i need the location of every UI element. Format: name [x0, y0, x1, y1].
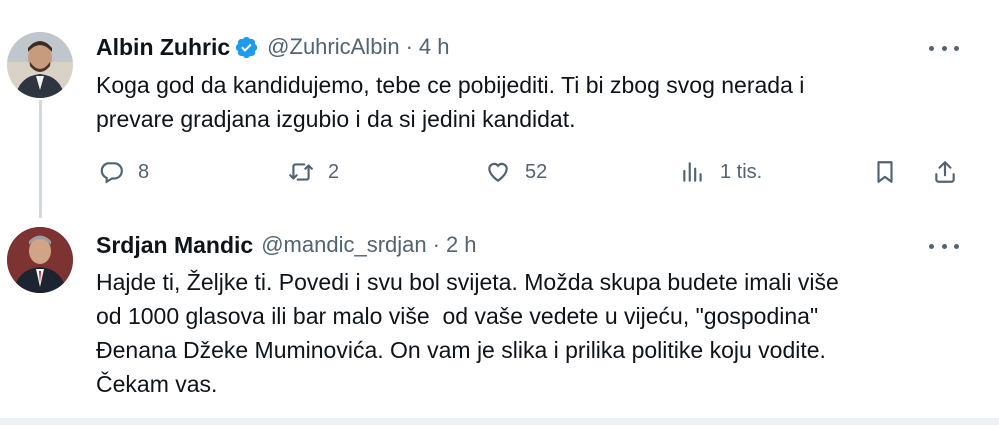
like-button[interactable]: 52: [485, 159, 547, 185]
more-options-icon[interactable]: [929, 236, 959, 256]
author-name[interactable]: Albin Zuhric: [96, 34, 230, 61]
reply-count: 8: [138, 160, 150, 183]
author-handle[interactable]: @ZuhricAlbin: [267, 34, 399, 60]
views-count: 1 tis.: [720, 160, 763, 183]
verified-badge-icon: [235, 36, 258, 58]
timestamp[interactable]: 2 h: [446, 232, 477, 258]
tweet-actions: 8 2 52 1 tis.: [0, 155, 999, 191]
views-button[interactable]: 1 tis.: [680, 159, 762, 185]
separator-dot: ·: [432, 232, 440, 257]
heart-icon: [488, 162, 508, 182]
author-handle[interactable]: @mandic_srdjan: [261, 232, 426, 258]
tweet-text: Hajde ti, Željke ti. Povedi i svu bol sv…: [96, 269, 839, 397]
separator-dot: ·: [405, 34, 413, 59]
bookmark-button[interactable]: [872, 159, 898, 185]
retweet-icon: [289, 163, 313, 181]
share-button[interactable]: [932, 159, 958, 185]
retweet-count: 2: [328, 160, 340, 183]
retweet-button[interactable]: 2: [288, 159, 339, 185]
reply-button[interactable]: 8: [98, 159, 149, 185]
more-options-icon[interactable]: [929, 38, 959, 58]
bookmark-icon: [877, 161, 893, 183]
next-tweet-edge: [0, 418, 999, 425]
timestamp[interactable]: 4 h: [419, 34, 450, 60]
views-chart-icon: [683, 162, 702, 182]
author-name[interactable]: Srdjan Mandic: [96, 232, 253, 259]
reply-icon: [100, 162, 123, 184]
tweet-albin[interactable]: Albin Zuhric @ZuhricAlbin · 4 h Koga god…: [0, 0, 999, 218]
avatar-albin[interactable]: [7, 32, 73, 98]
share-icon: [935, 161, 955, 183]
like-count: 52: [525, 160, 548, 183]
tweet-header: Albin Zuhric @ZuhricAlbin · 4 h: [96, 32, 449, 62]
tweet-header: Srdjan Mandic @mandic_srdjan · 2 h: [96, 230, 477, 260]
tweet-srdjan[interactable]: Srdjan Mandic @mandic_srdjan · 2 h Hajde…: [0, 215, 999, 418]
tweet-text: Koga god da kandidujemo, tebe ce pobijed…: [96, 72, 805, 132]
avatar-srdjan[interactable]: [7, 227, 73, 293]
